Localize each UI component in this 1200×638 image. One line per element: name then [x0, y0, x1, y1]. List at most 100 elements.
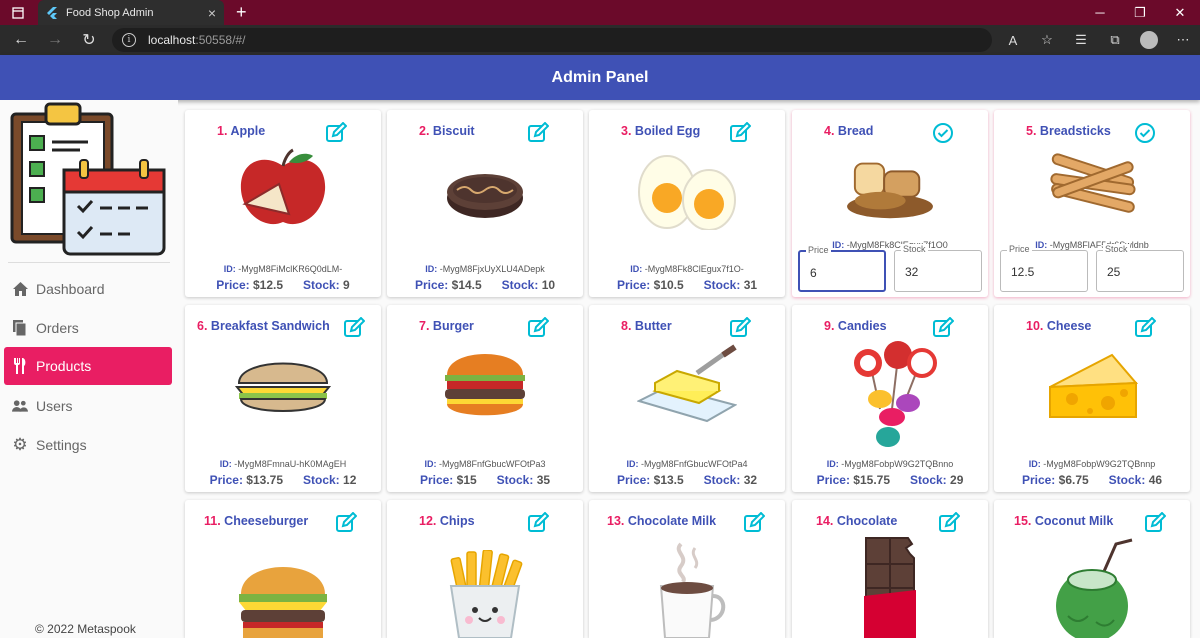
breakfast-sandwich-image: [234, 362, 332, 412]
close-window-button[interactable]: ✕: [1160, 0, 1200, 25]
forward-button[interactable]: →: [38, 25, 72, 55]
new-tab-button[interactable]: +: [236, 0, 247, 25]
profile-avatar[interactable]: [1132, 25, 1166, 55]
product-stock: 31: [743, 278, 758, 292]
product-number: 2.: [419, 124, 430, 138]
price-label: Price:: [419, 473, 454, 487]
edit-icon[interactable]: [335, 512, 357, 534]
product-number: 11.: [204, 514, 221, 528]
product-stock: 46: [1148, 473, 1163, 487]
tab-title: Food Shop Admin: [66, 6, 154, 19]
edit-icon[interactable]: [1144, 512, 1166, 534]
product-card: 9. Candies ID: -MygM8FobpW9G2TQBnno Pric…: [792, 305, 988, 492]
product-number: 9.: [824, 319, 835, 333]
chocolate-image: [864, 537, 916, 638]
stock-input[interactable]: Stock 25: [1096, 244, 1184, 292]
price-label: Price:: [616, 278, 651, 292]
sidebar-item-dashboard[interactable]: Dashboard: [4, 270, 172, 308]
sidebar-item-label: Products: [36, 358, 92, 374]
check-circle-icon[interactable]: [932, 122, 954, 144]
site-info-icon[interactable]: i: [122, 33, 136, 47]
address-bar[interactable]: i localhost:50558/#/: [112, 28, 992, 52]
refresh-button[interactable]: ↻: [72, 25, 106, 55]
edit-icon[interactable]: [1134, 317, 1156, 339]
sidebar-item-orders[interactable]: Orders: [4, 309, 172, 347]
product-id: -MygM8Fk8ClEgux7f1O0: [846, 240, 948, 250]
product-name: Apple: [230, 124, 266, 138]
read-aloud-icon[interactable]: A: [996, 25, 1030, 55]
stock-input-label: Stock: [901, 244, 928, 254]
price-label: Price:: [1021, 473, 1056, 487]
sidebar: Dashboard Orders Products Users ⚙ Settin…: [0, 100, 178, 638]
product-name: Chocolate Milk: [627, 514, 717, 528]
edit-icon[interactable]: [527, 122, 549, 144]
product-price: $13.5: [653, 473, 684, 487]
maximize-button[interactable]: ❐: [1120, 0, 1160, 25]
id-label: ID:: [626, 459, 639, 469]
sidebar-item-label: Orders: [36, 320, 79, 336]
window-menu-icon[interactable]: [0, 0, 36, 25]
app-header: Admin Panel: [0, 55, 1200, 100]
stock-input[interactable]: Stock 32: [894, 244, 982, 292]
sidebar-divider: [8, 262, 170, 263]
price-input-label: Price: [806, 245, 831, 255]
product-number: 4.: [824, 124, 835, 138]
product-number: 10.: [1026, 319, 1044, 333]
product-card: 12. Chips: [387, 500, 583, 638]
product-name: Breadsticks: [1039, 124, 1111, 138]
edit-icon[interactable]: [343, 317, 365, 339]
browser-toolbar: ← → ↻ i localhost:50558/#/ A ☆ ☰ ⧉ ⋯: [0, 25, 1200, 55]
product-name: Candies: [837, 319, 887, 333]
sidebar-item-label: Settings: [36, 437, 87, 453]
product-id: -MygM8Fk8ClEgux7f1O-: [644, 264, 744, 274]
chips-image: [449, 550, 523, 638]
product-stock: 32: [743, 473, 758, 487]
id-label: ID:: [630, 264, 643, 274]
minimize-button[interactable]: ─: [1080, 0, 1120, 25]
product-name: Cheese: [1046, 319, 1092, 333]
sidebar-item-settings[interactable]: ⚙ Settings: [4, 426, 172, 464]
stock-label: Stock:: [496, 473, 534, 487]
check-circle-icon[interactable]: [1134, 122, 1156, 144]
browser-tab[interactable]: Food Shop Admin ×: [38, 0, 224, 25]
edit-icon[interactable]: [729, 122, 751, 144]
edit-icon[interactable]: [527, 512, 549, 534]
price-input-label: Price: [1007, 244, 1032, 254]
chocolate-milk-image: [659, 542, 726, 638]
product-card: 1. Apple ID: -MygM8FiMclKR6Q0dLM- Price:…: [185, 110, 381, 297]
price-input[interactable]: Price 6: [798, 245, 886, 292]
product-name: Biscuit: [432, 124, 475, 138]
favorites-icon[interactable]: ☰: [1064, 25, 1098, 55]
stock-label: Stock:: [1108, 473, 1146, 487]
app-logo-icon: [10, 102, 166, 256]
product-card: 7. Burger ID: -MygM8FnfGbucWFOtPa3 Price…: [387, 305, 583, 492]
product-card: 14. Chocolate: [792, 500, 988, 638]
product-card: 3. Boiled Egg ID: -MygM8Fk8ClEgux7f1O- P…: [589, 110, 785, 297]
edit-icon[interactable]: [932, 317, 954, 339]
more-menu-icon[interactable]: ⋯: [1166, 25, 1200, 55]
product-id: -MygM8FiMclKR6Q0dLM-: [238, 264, 343, 274]
url-host: localhost: [148, 33, 196, 47]
edit-icon[interactable]: [729, 317, 751, 339]
sidebar-item-products[interactable]: Products: [4, 347, 172, 385]
product-name: Chips: [439, 514, 475, 528]
product-number: 1.: [217, 124, 228, 138]
price-input[interactable]: Price 12.5: [1000, 244, 1088, 292]
edit-icon[interactable]: [527, 317, 549, 339]
fork-knife-icon: [12, 358, 28, 374]
back-button[interactable]: ←: [4, 25, 38, 55]
favorite-star-icon[interactable]: ☆: [1030, 25, 1064, 55]
browser-tabbar: Food Shop Admin × + ─ ❐ ✕: [0, 0, 1200, 25]
collections-icon[interactable]: ⧉: [1098, 25, 1132, 55]
edit-icon[interactable]: [325, 122, 347, 144]
product-stock: 12: [343, 473, 357, 487]
product-stock: 35: [536, 473, 551, 487]
sidebar-item-users[interactable]: Users: [4, 387, 172, 425]
sidebar-item-label: Dashboard: [36, 281, 105, 297]
product-price: $6.75: [1058, 473, 1089, 487]
edit-icon[interactable]: [743, 512, 765, 534]
edit-icon[interactable]: [938, 512, 960, 534]
apple-image: [240, 148, 326, 225]
tab-close-icon[interactable]: ×: [208, 5, 216, 21]
id-label: ID:: [1028, 459, 1041, 469]
